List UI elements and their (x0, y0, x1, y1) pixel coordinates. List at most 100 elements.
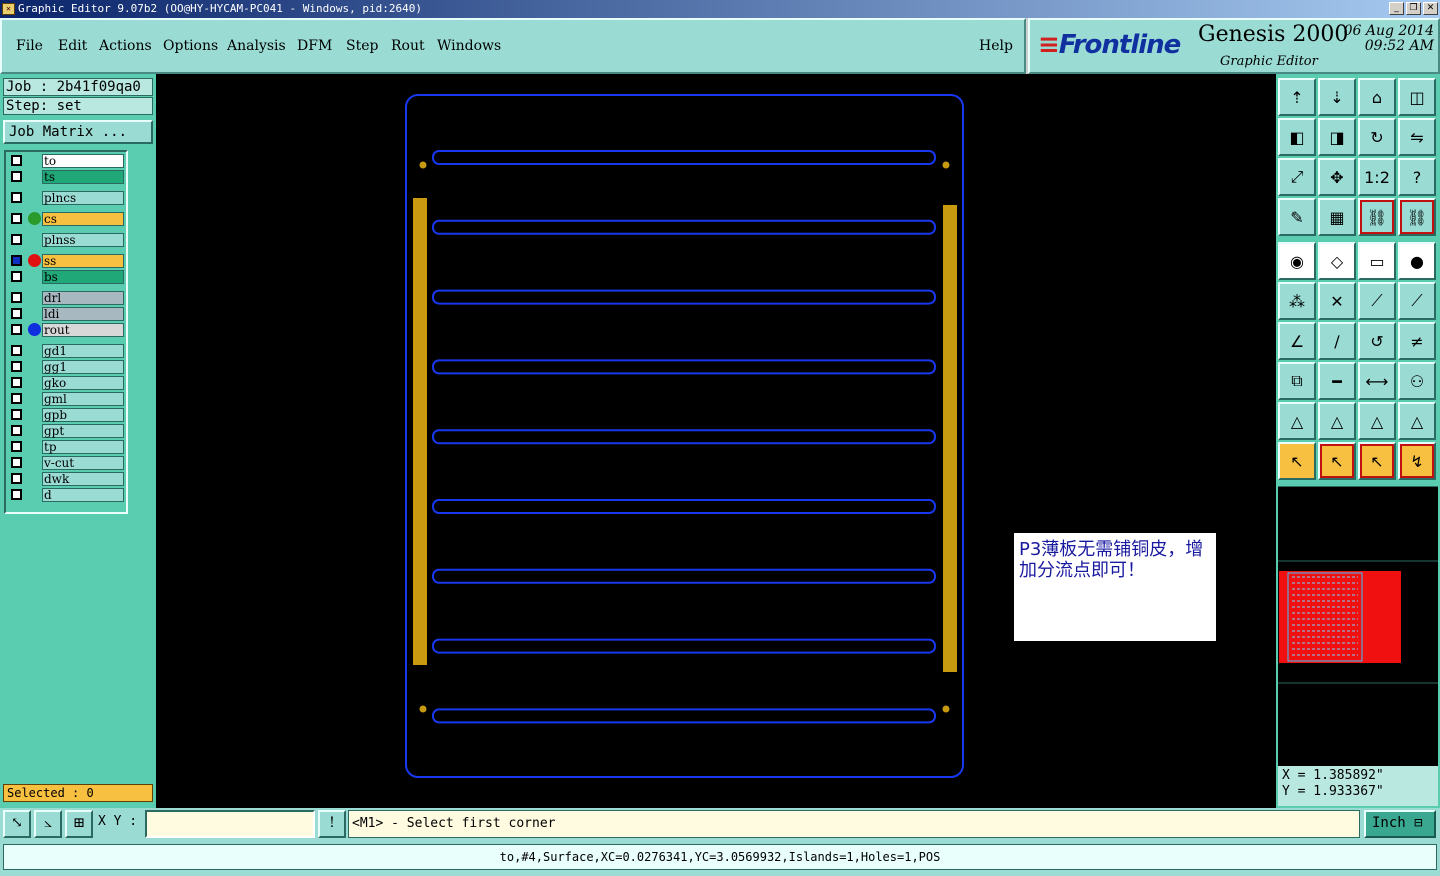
snap-red2-icon[interactable]: ⛓ (1398, 198, 1436, 236)
line-point-icon[interactable]: ⟋ (1358, 282, 1396, 320)
layer-name[interactable]: gg1 (42, 360, 124, 374)
layer-name[interactable]: ldi (42, 307, 124, 321)
layer-checkbox[interactable] (11, 409, 22, 420)
fit-icon[interactable]: ⤢ (1278, 158, 1316, 196)
maximize-button[interactable]: ❐ (1406, 2, 1421, 15)
layer-name[interactable]: v-cut (42, 456, 124, 470)
layer-checkbox[interactable] (11, 377, 22, 388)
layer-name[interactable]: plncs (42, 191, 124, 205)
layer-name[interactable]: gd1 (42, 344, 124, 358)
layer-name[interactable]: cs (42, 212, 124, 226)
menu-options[interactable]: Options (163, 38, 218, 54)
layer-checkbox[interactable] (11, 489, 22, 500)
dash-icon[interactable]: ━ (1318, 362, 1356, 400)
layer-checkbox[interactable] (11, 324, 22, 335)
layer-checkbox[interactable] (11, 308, 22, 319)
slash-icon[interactable]: ∕ (1318, 322, 1356, 360)
select-circle-icon[interactable]: ↖ (1358, 442, 1396, 480)
layer-checkbox[interactable] (11, 155, 22, 166)
menu-file[interactable]: File (16, 38, 43, 54)
rotate-icon[interactable]: ↻ (1358, 118, 1396, 156)
arrow-right-box-icon[interactable]: ◨ (1318, 118, 1356, 156)
mirror-icon[interactable]: ⇋ (1398, 118, 1436, 156)
layer-checkbox[interactable] (11, 271, 22, 282)
triangle-icon[interactable]: △ (1278, 402, 1316, 440)
layer-name[interactable]: dwk (42, 472, 124, 486)
shape-icon[interactable]: ◇ (1318, 242, 1356, 280)
grid-icon[interactable]: ▦ (1318, 198, 1356, 236)
layer-name[interactable]: ts (42, 170, 124, 184)
select-path-icon[interactable]: ↯ (1398, 442, 1436, 480)
layer-checkbox[interactable] (11, 255, 22, 266)
zoom-area-icon[interactable]: ⤡ (3, 810, 31, 838)
pad-icon[interactable]: ◉ (1278, 242, 1316, 280)
layer-checkbox[interactable] (11, 171, 22, 182)
layer-name[interactable]: drl (42, 291, 124, 305)
layer-checkbox[interactable] (11, 292, 22, 303)
house-icon[interactable]: ⌂ (1358, 78, 1396, 116)
grid-snap-icon[interactable]: ⊞ (65, 810, 93, 838)
window-split-icon[interactable]: ◫ (1398, 78, 1436, 116)
home-down-icon[interactable]: ⇣ (1318, 78, 1356, 116)
layer-checkbox[interactable] (11, 361, 22, 372)
layer-checkbox[interactable] (11, 345, 22, 356)
angle-icon[interactable]: ∠ (1278, 322, 1316, 360)
minimize-button[interactable]: _ (1389, 2, 1404, 15)
layer-name[interactable]: gko (42, 376, 124, 390)
layer-name[interactable]: gml (42, 392, 124, 406)
layer-name[interactable]: plnss (42, 233, 124, 247)
menu-windows[interactable]: Windows (437, 38, 501, 54)
layer-name[interactable]: bs (42, 270, 124, 284)
layer-checkbox[interactable] (11, 192, 22, 203)
line-point2-icon[interactable]: ⟋ (1398, 282, 1436, 320)
cross-icon[interactable]: ✕ (1318, 282, 1356, 320)
close-button[interactable]: ✕ (1423, 2, 1438, 15)
dot-icon[interactable]: ● (1398, 242, 1436, 280)
menu-dfm[interactable]: DFM (297, 38, 332, 54)
layer-name[interactable]: gpb (42, 408, 124, 422)
layer-checkbox[interactable] (11, 473, 22, 484)
layer-name[interactable]: rout (42, 323, 124, 337)
select-box-icon[interactable]: ↖ (1318, 442, 1356, 480)
layer-checkbox[interactable] (11, 213, 22, 224)
overview-map[interactable] (1278, 486, 1438, 766)
copy-icon[interactable]: ⧉ (1278, 362, 1316, 400)
arrow-left-box-icon[interactable]: ◧ (1278, 118, 1316, 156)
help-question-icon[interactable]: ? (1398, 158, 1436, 196)
group-icon[interactable]: ⚇ (1398, 362, 1436, 400)
nodes-icon[interactable]: ⁂ (1278, 282, 1316, 320)
layer-checkbox[interactable] (11, 441, 22, 452)
layer-name[interactable]: to (42, 154, 124, 168)
menu-rout[interactable]: Rout (391, 38, 425, 54)
job-matrix-button[interactable]: Job Matrix ... (3, 120, 153, 144)
center-icon[interactable]: ✥ (1318, 158, 1356, 196)
triangle-a-icon[interactable]: △ (1318, 402, 1356, 440)
arc-icon[interactable]: ↺ (1358, 322, 1396, 360)
home-up-icon[interactable]: ⇡ (1278, 78, 1316, 116)
layer-name[interactable]: tp (42, 440, 124, 454)
select-arrow-icon[interactable]: ↖ (1278, 442, 1316, 480)
layer-name[interactable]: d (42, 488, 124, 502)
menu-help[interactable]: Help (979, 38, 1013, 54)
tools-icon[interactable]: ✎ (1278, 198, 1316, 236)
layer-checkbox[interactable] (11, 457, 22, 468)
menu-actions[interactable]: Actions (99, 38, 152, 54)
info-icon[interactable]: ! (318, 810, 346, 838)
layer-name[interactable]: ss (42, 254, 124, 268)
graphics-canvas[interactable]: P3薄板无需铺铜皮，增加分流点即可！ (156, 74, 1276, 808)
menu-edit[interactable]: Edit (58, 38, 87, 54)
units-selector[interactable]: Inch ⊟ (1364, 810, 1436, 838)
measure-icon[interactable]: ⦣ (34, 810, 62, 838)
menu-analysis[interactable]: Analysis (227, 38, 286, 54)
snap-red-icon[interactable]: ⛓ (1358, 198, 1396, 236)
triangle-c-icon[interactable]: △ (1398, 402, 1436, 440)
ruler-icon[interactable]: ▭ (1358, 242, 1396, 280)
scale-1-2-icon[interactable]: 1:2 (1358, 158, 1396, 196)
menu-step[interactable]: Step (346, 38, 378, 54)
layer-checkbox[interactable] (11, 425, 22, 436)
layer-name[interactable]: gpt (42, 424, 124, 438)
measure-icon[interactable]: ⟷ (1358, 362, 1396, 400)
layer-checkbox[interactable] (11, 234, 22, 245)
flip-icon[interactable]: ≠ (1398, 322, 1436, 360)
layer-checkbox[interactable] (11, 393, 22, 404)
